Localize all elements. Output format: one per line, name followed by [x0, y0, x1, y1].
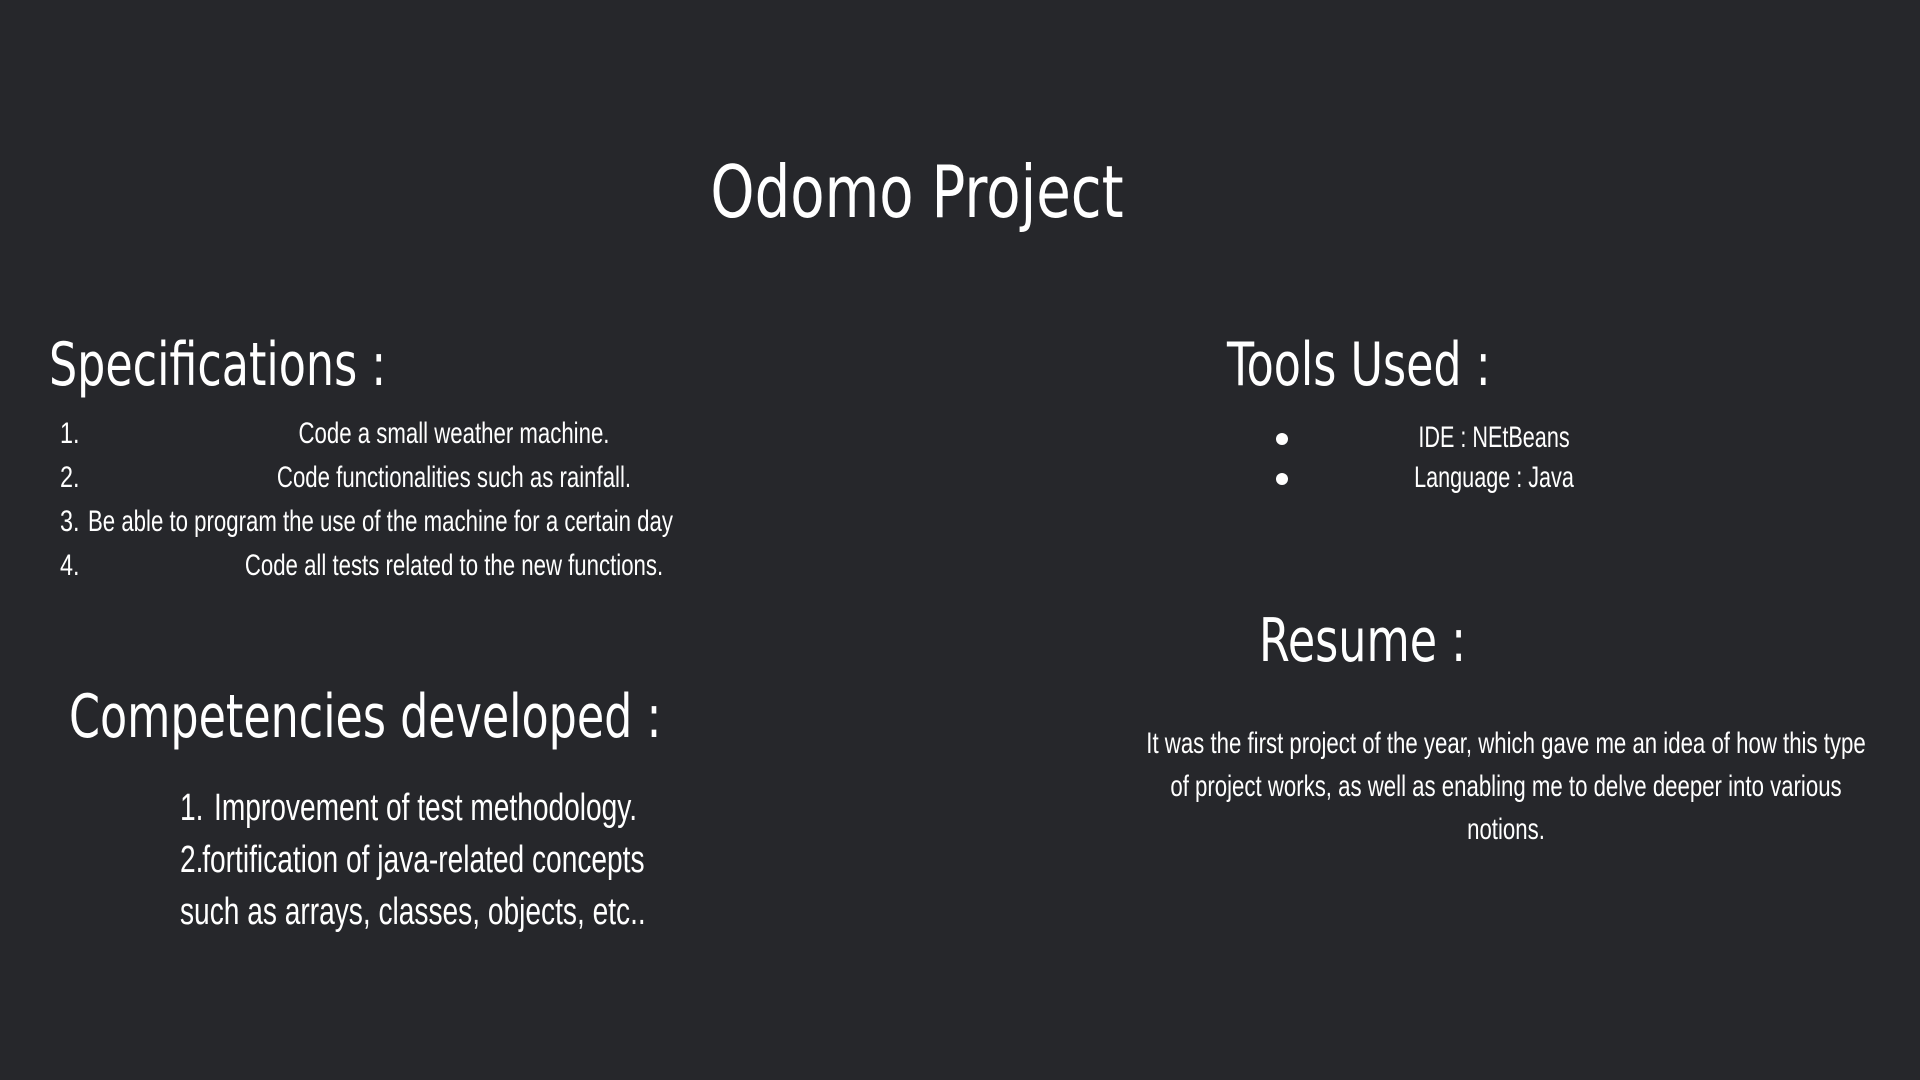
list-item-text: Code all tests related to the new functi… — [244, 549, 664, 582]
list-item: 2.fortification of java-related concepts — [180, 834, 646, 886]
bullet-dot-icon — [1276, 473, 1288, 485]
bullet-dot-icon — [1276, 433, 1288, 445]
list-item-text: Improvement of test methodology. — [214, 787, 638, 829]
specifications-list: 1. Code a small weather machine. 2. Code… — [60, 412, 780, 588]
list-item: 1. Improvement of test methodology. — [180, 782, 646, 834]
list-item-text: Code functionalities such as rainfall. — [276, 461, 632, 494]
competencies-heading: Competencies developed : — [69, 682, 662, 752]
slide-title: Odomo Project — [710, 150, 1124, 234]
specifications-heading: Specifications : — [49, 330, 387, 400]
list-item-continuation: such as arrays, classes, objects, etc.. — [180, 886, 646, 938]
resume-paragraph: It was the first project of the year, wh… — [1146, 727, 1866, 846]
list-item-text: Code a small weather machine. — [298, 417, 610, 450]
list-item: 1. Code a small weather machine. — [60, 412, 780, 456]
tool-text: Language : Java — [1414, 461, 1574, 494]
list-item-text: such as arrays, classes, objects, etc.. — [180, 891, 646, 933]
list-item-number: 3. — [60, 505, 80, 538]
tool-text: IDE : NEtBeans — [1418, 421, 1570, 454]
competencies-list: 1. Improvement of test methodology. 2.for… — [180, 782, 809, 938]
slide: Odomo Project Specifications : 1. Code a… — [0, 0, 1920, 1080]
list-item: 2. Code functionalities such as rainfall… — [60, 456, 780, 500]
tools-heading: Tools Used : — [1227, 330, 1491, 400]
list-item-text: Be able to program the use of the machin… — [88, 505, 673, 538]
list-item: 4. Code all tests related to the new fun… — [60, 544, 780, 588]
list-item-number: 1. — [180, 787, 204, 829]
list-item-number: 2. — [180, 839, 204, 881]
list-item: 3. Be able to program the use of the mac… — [60, 500, 780, 544]
list-item-number: 1. — [60, 417, 80, 450]
list-item-number: 2. — [60, 461, 80, 494]
list-item-text: fortification of java-related concepts — [202, 839, 645, 881]
resume-heading: Resume : — [1259, 606, 1467, 676]
list-item-number: 4. — [60, 549, 80, 582]
